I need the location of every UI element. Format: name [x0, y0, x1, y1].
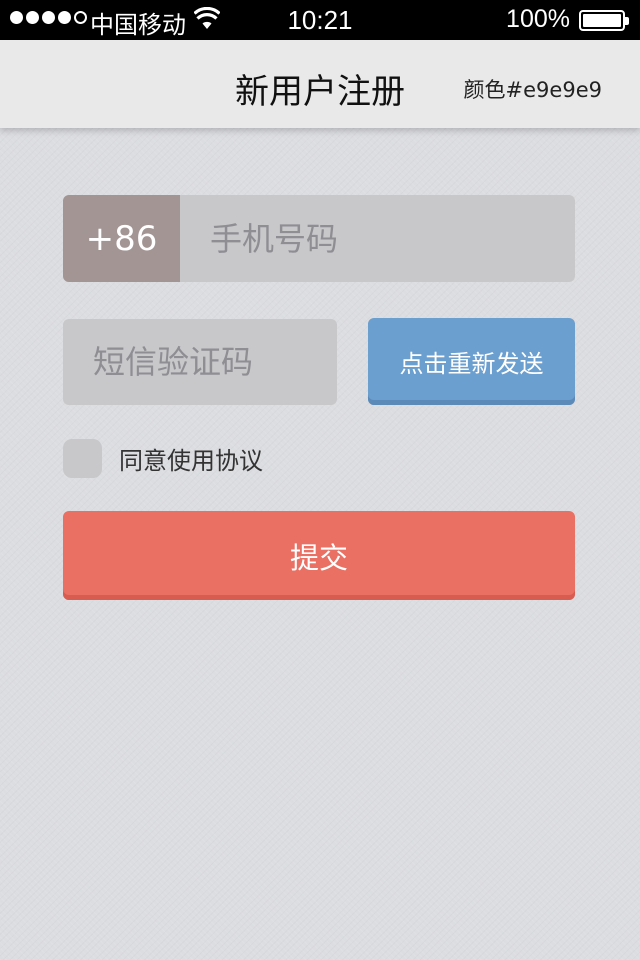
battery-percentage: 100% [506, 5, 570, 33]
color-annotation: 颜色#e9e9e9 [463, 78, 602, 102]
battery-cap [625, 17, 629, 25]
battery-fill [583, 14, 621, 27]
navigation-bar: 新用户注册 颜色#e9e9e9 [0, 40, 640, 128]
battery-icon [579, 10, 629, 31]
agree-label[interactable]: 同意使用协议 [119, 441, 263, 476]
country-code-selector[interactable]: +86 [63, 195, 180, 282]
phone-number-input[interactable] [180, 195, 575, 282]
agreement-row: 同意使用协议 [63, 438, 263, 478]
sms-code-input[interactable] [63, 319, 337, 405]
status-bar: 中国移动 10:21 100% [0, 0, 640, 40]
resend-code-button[interactable]: 点击重新发送 [368, 318, 575, 405]
agree-checkbox[interactable] [63, 438, 102, 478]
submit-button[interactable]: 提交 [63, 511, 575, 600]
phone-number-row: +86 [63, 195, 575, 282]
